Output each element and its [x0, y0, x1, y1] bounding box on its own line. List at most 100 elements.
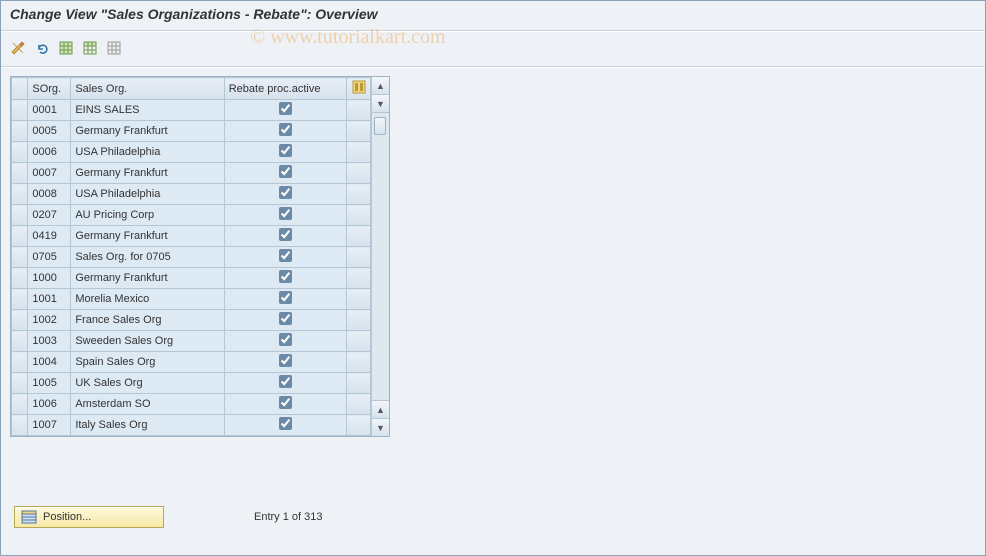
row-trail — [347, 205, 371, 226]
cell-rebate[interactable] — [224, 163, 347, 184]
row-selector[interactable] — [12, 415, 28, 436]
row-selector[interactable] — [12, 268, 28, 289]
toggle-change-icon[interactable] — [8, 38, 28, 58]
rebate-checkbox[interactable] — [279, 375, 292, 388]
col-header-name[interactable]: Sales Org. — [71, 78, 224, 100]
cell-name[interactable]: Morelia Mexico — [71, 289, 224, 310]
rebate-checkbox[interactable] — [279, 396, 292, 409]
cell-rebate[interactable] — [224, 289, 347, 310]
cell-rebate[interactable] — [224, 394, 347, 415]
rebate-checkbox[interactable] — [279, 228, 292, 241]
rebate-checkbox[interactable] — [279, 270, 292, 283]
cell-rebate[interactable] — [224, 184, 347, 205]
row-selector[interactable] — [12, 310, 28, 331]
position-button[interactable]: Position... — [14, 506, 164, 528]
cell-sorg[interactable]: 0005 — [28, 121, 71, 142]
cell-rebate[interactable] — [224, 310, 347, 331]
cell-sorg[interactable]: 1004 — [28, 352, 71, 373]
cell-rebate[interactable] — [224, 331, 347, 352]
cell-name[interactable]: Italy Sales Org — [71, 415, 224, 436]
cell-sorg[interactable]: 0006 — [28, 142, 71, 163]
cell-sorg[interactable]: 1003 — [28, 331, 71, 352]
row-selector[interactable] — [12, 247, 28, 268]
row-selector-header[interactable] — [12, 78, 28, 100]
cell-name[interactable]: Spain Sales Org — [71, 352, 224, 373]
row-selector[interactable] — [12, 289, 28, 310]
rebate-checkbox[interactable] — [279, 207, 292, 220]
row-selector[interactable] — [12, 373, 28, 394]
cell-name[interactable]: AU Pricing Corp — [71, 205, 224, 226]
cell-sorg[interactable]: 0705 — [28, 247, 71, 268]
cell-name[interactable]: Germany Frankfurt — [71, 268, 224, 289]
rebate-checkbox[interactable] — [279, 144, 292, 157]
cell-sorg[interactable]: 0207 — [28, 205, 71, 226]
cell-rebate[interactable] — [224, 205, 347, 226]
col-header-sorg[interactable]: SOrg. — [28, 78, 71, 100]
cell-name[interactable]: Germany Frankfurt — [71, 121, 224, 142]
row-selector[interactable] — [12, 205, 28, 226]
cell-rebate[interactable] — [224, 373, 347, 394]
cell-name[interactable]: France Sales Org — [71, 310, 224, 331]
scroll-down-step-icon[interactable]: ▼ — [372, 95, 389, 113]
cell-name[interactable]: EINS SALES — [71, 100, 224, 121]
cell-rebate[interactable] — [224, 121, 347, 142]
col-header-rebate[interactable]: Rebate proc.active — [224, 78, 347, 100]
cell-sorg[interactable]: 1006 — [28, 394, 71, 415]
cell-name[interactable]: Amsterdam SO — [71, 394, 224, 415]
cell-sorg[interactable]: 0419 — [28, 226, 71, 247]
undo-icon[interactable] — [32, 38, 52, 58]
cell-name[interactable]: USA Philadelphia — [71, 184, 224, 205]
cell-rebate[interactable] — [224, 100, 347, 121]
rebate-checkbox[interactable] — [279, 354, 292, 367]
cell-rebate[interactable] — [224, 142, 347, 163]
cell-name[interactable]: Germany Frankfurt — [71, 226, 224, 247]
cell-sorg[interactable]: 0001 — [28, 100, 71, 121]
row-selector[interactable] — [12, 142, 28, 163]
scroll-up-icon[interactable]: ▲ — [372, 77, 389, 95]
rebate-checkbox[interactable] — [279, 186, 292, 199]
row-selector[interactable] — [12, 226, 28, 247]
scroll-track[interactable] — [372, 113, 389, 400]
cell-name[interactable]: Sales Org. for 0705 — [71, 247, 224, 268]
cell-rebate[interactable] — [224, 247, 347, 268]
cell-sorg[interactable]: 1005 — [28, 373, 71, 394]
cell-sorg[interactable]: 1002 — [28, 310, 71, 331]
cell-name[interactable]: Germany Frankfurt — [71, 163, 224, 184]
cell-sorg[interactable]: 0007 — [28, 163, 71, 184]
scroll-thumb[interactable] — [374, 117, 386, 135]
cell-name[interactable]: UK Sales Org — [71, 373, 224, 394]
rebate-checkbox[interactable] — [279, 249, 292, 262]
cell-sorg[interactable]: 0008 — [28, 184, 71, 205]
row-selector[interactable] — [12, 331, 28, 352]
rebate-checkbox[interactable] — [279, 123, 292, 136]
rebate-checkbox[interactable] — [279, 102, 292, 115]
select-all-icon[interactable] — [56, 38, 76, 58]
row-selector[interactable] — [12, 394, 28, 415]
cell-sorg[interactable]: 1007 — [28, 415, 71, 436]
cell-rebate[interactable] — [224, 352, 347, 373]
table-config-icon[interactable] — [347, 78, 371, 100]
cell-rebate[interactable] — [224, 268, 347, 289]
cell-sorg[interactable]: 1001 — [28, 289, 71, 310]
row-selector[interactable] — [12, 184, 28, 205]
cell-name[interactable]: USA Philadelphia — [71, 142, 224, 163]
scroll-up-end-icon[interactable]: ▲ — [372, 400, 389, 418]
deselect-all-icon[interactable] — [104, 38, 124, 58]
cell-name[interactable]: Sweeden Sales Org — [71, 331, 224, 352]
row-selector[interactable] — [12, 352, 28, 373]
cell-sorg[interactable]: 1000 — [28, 268, 71, 289]
vertical-scrollbar[interactable]: ▲ ▼ ▲ ▼ — [371, 77, 389, 436]
row-trail — [347, 142, 371, 163]
rebate-checkbox[interactable] — [279, 165, 292, 178]
select-block-icon[interactable] — [80, 38, 100, 58]
cell-rebate[interactable] — [224, 415, 347, 436]
row-selector[interactable] — [12, 121, 28, 142]
rebate-checkbox[interactable] — [279, 291, 292, 304]
rebate-checkbox[interactable] — [279, 333, 292, 346]
rebate-checkbox[interactable] — [279, 312, 292, 325]
row-selector[interactable] — [12, 100, 28, 121]
row-selector[interactable] — [12, 163, 28, 184]
rebate-checkbox[interactable] — [279, 417, 292, 430]
scroll-down-icon[interactable]: ▼ — [372, 418, 389, 436]
cell-rebate[interactable] — [224, 226, 347, 247]
